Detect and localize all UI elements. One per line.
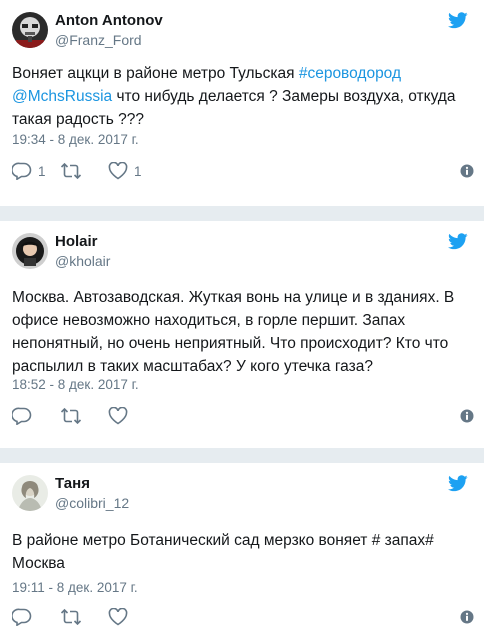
author-name[interactable]: Таня xyxy=(55,475,90,493)
retweet-button[interactable] xyxy=(60,606,88,628)
tweet-actions xyxy=(12,405,474,427)
like-button[interactable]: 1 xyxy=(108,160,142,182)
info-button[interactable] xyxy=(460,160,474,182)
twitter-bird-icon[interactable] xyxy=(448,12,468,29)
retweet-icon xyxy=(60,407,82,425)
author-handle[interactable]: @Franz_Ford xyxy=(55,32,142,49)
twitter-bird-icon[interactable] xyxy=(448,233,468,250)
tweet-text: В районе метро Ботанический сад мерзко в… xyxy=(12,532,434,572)
heart-icon xyxy=(108,608,128,626)
timestamp[interactable]: 19:11 - 8 дек. 2017 г. xyxy=(12,580,138,595)
reply-count: 1 xyxy=(38,163,46,179)
avatar[interactable] xyxy=(12,475,48,511)
reply-button[interactable]: 1 xyxy=(12,160,46,182)
info-button[interactable] xyxy=(460,405,474,427)
author-handle[interactable]: @colibri_12 xyxy=(55,495,129,512)
info-icon xyxy=(460,610,474,624)
hashtag-link[interactable]: #сероводород xyxy=(299,65,401,82)
timestamp[interactable]: 19:34 - 8 дек. 2017 г. xyxy=(12,132,139,147)
tweet-card: Таня @colibri_12 В районе метро Ботаниче… xyxy=(0,463,484,632)
info-icon xyxy=(460,164,474,178)
retweet-button[interactable] xyxy=(60,405,88,427)
info-icon xyxy=(460,409,474,423)
retweet-icon xyxy=(60,608,82,626)
retweet-button[interactable] xyxy=(60,160,88,182)
twitter-bird-icon[interactable] xyxy=(448,475,468,492)
tweet-actions xyxy=(12,606,474,628)
tweet-actions: 1 1 xyxy=(12,160,474,182)
author-handle[interactable]: @kholair xyxy=(55,253,110,270)
timestamp[interactable]: 18:52 - 8 дек. 2017 г. xyxy=(12,377,139,392)
avatar[interactable] xyxy=(12,233,48,269)
info-button[interactable] xyxy=(460,606,474,628)
tweet-text: Воняет ацкци в районе метро Тульская #се… xyxy=(12,62,470,131)
reply-icon xyxy=(12,407,32,425)
reply-button[interactable] xyxy=(12,405,38,427)
reply-button[interactable] xyxy=(12,606,38,628)
reply-icon xyxy=(12,608,32,626)
heart-icon xyxy=(108,162,128,180)
tweet-card: Anton Antonov @Franz_Ford Воняет ацкци в… xyxy=(0,0,484,206)
tweet-feed: Anton Antonov @Franz_Ford Воняет ацкци в… xyxy=(0,0,484,632)
heart-icon xyxy=(108,407,128,425)
avatar[interactable] xyxy=(12,12,48,48)
tweet-card: Holair @kholair Москва. Автозаводская. Ж… xyxy=(0,221,484,448)
like-button[interactable] xyxy=(108,405,134,427)
tweet-text: Москва. Автозаводская. Жуткая вонь на ул… xyxy=(12,289,455,375)
like-count: 1 xyxy=(134,163,142,179)
tweet-text-part: Воняет ацкци в районе метро Тульская xyxy=(12,65,299,82)
like-button[interactable] xyxy=(108,606,134,628)
author-name[interactable]: Holair xyxy=(55,233,98,251)
reply-icon xyxy=(12,162,32,180)
mention-link[interactable]: @MchsRussia xyxy=(12,88,112,105)
retweet-icon xyxy=(60,162,82,180)
author-name[interactable]: Anton Antonov xyxy=(55,12,163,30)
